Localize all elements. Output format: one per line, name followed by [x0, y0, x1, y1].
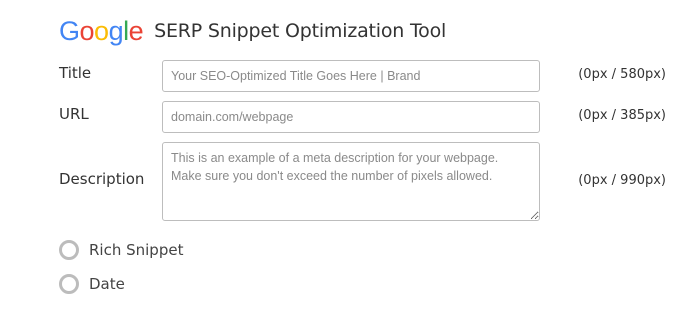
- rich-snippet-label: Rich Snippet: [89, 241, 184, 259]
- url-label: URL: [59, 105, 89, 123]
- url-input[interactable]: [162, 101, 540, 133]
- tool-header: Google SERP Snippet Optimization Tool: [59, 14, 446, 48]
- date-radio[interactable]: [59, 274, 79, 294]
- description-pixel-count: (0px / 990px): [578, 173, 666, 188]
- logo-letter: o: [79, 15, 95, 46]
- description-label: Description: [59, 170, 145, 188]
- rich-snippet-radio[interactable]: [59, 240, 79, 260]
- rich-snippet-option[interactable]: Rich Snippet: [59, 240, 183, 260]
- description-textarea[interactable]: [162, 142, 540, 221]
- title-label: Title: [59, 64, 92, 82]
- title-pixel-count: (0px / 580px): [578, 67, 666, 82]
- google-logo: Google: [59, 15, 144, 46]
- logo-letter: G: [59, 15, 80, 46]
- page-title: SERP Snippet Optimization Tool: [154, 20, 447, 42]
- logo-letter: g: [108, 15, 124, 46]
- logo-letter: e: [128, 15, 144, 46]
- url-pixel-count: (0px / 385px): [578, 108, 666, 123]
- title-input[interactable]: [162, 60, 540, 92]
- date-label: Date: [89, 275, 125, 293]
- date-option[interactable]: Date: [59, 274, 125, 294]
- logo-letter: o: [94, 15, 109, 46]
